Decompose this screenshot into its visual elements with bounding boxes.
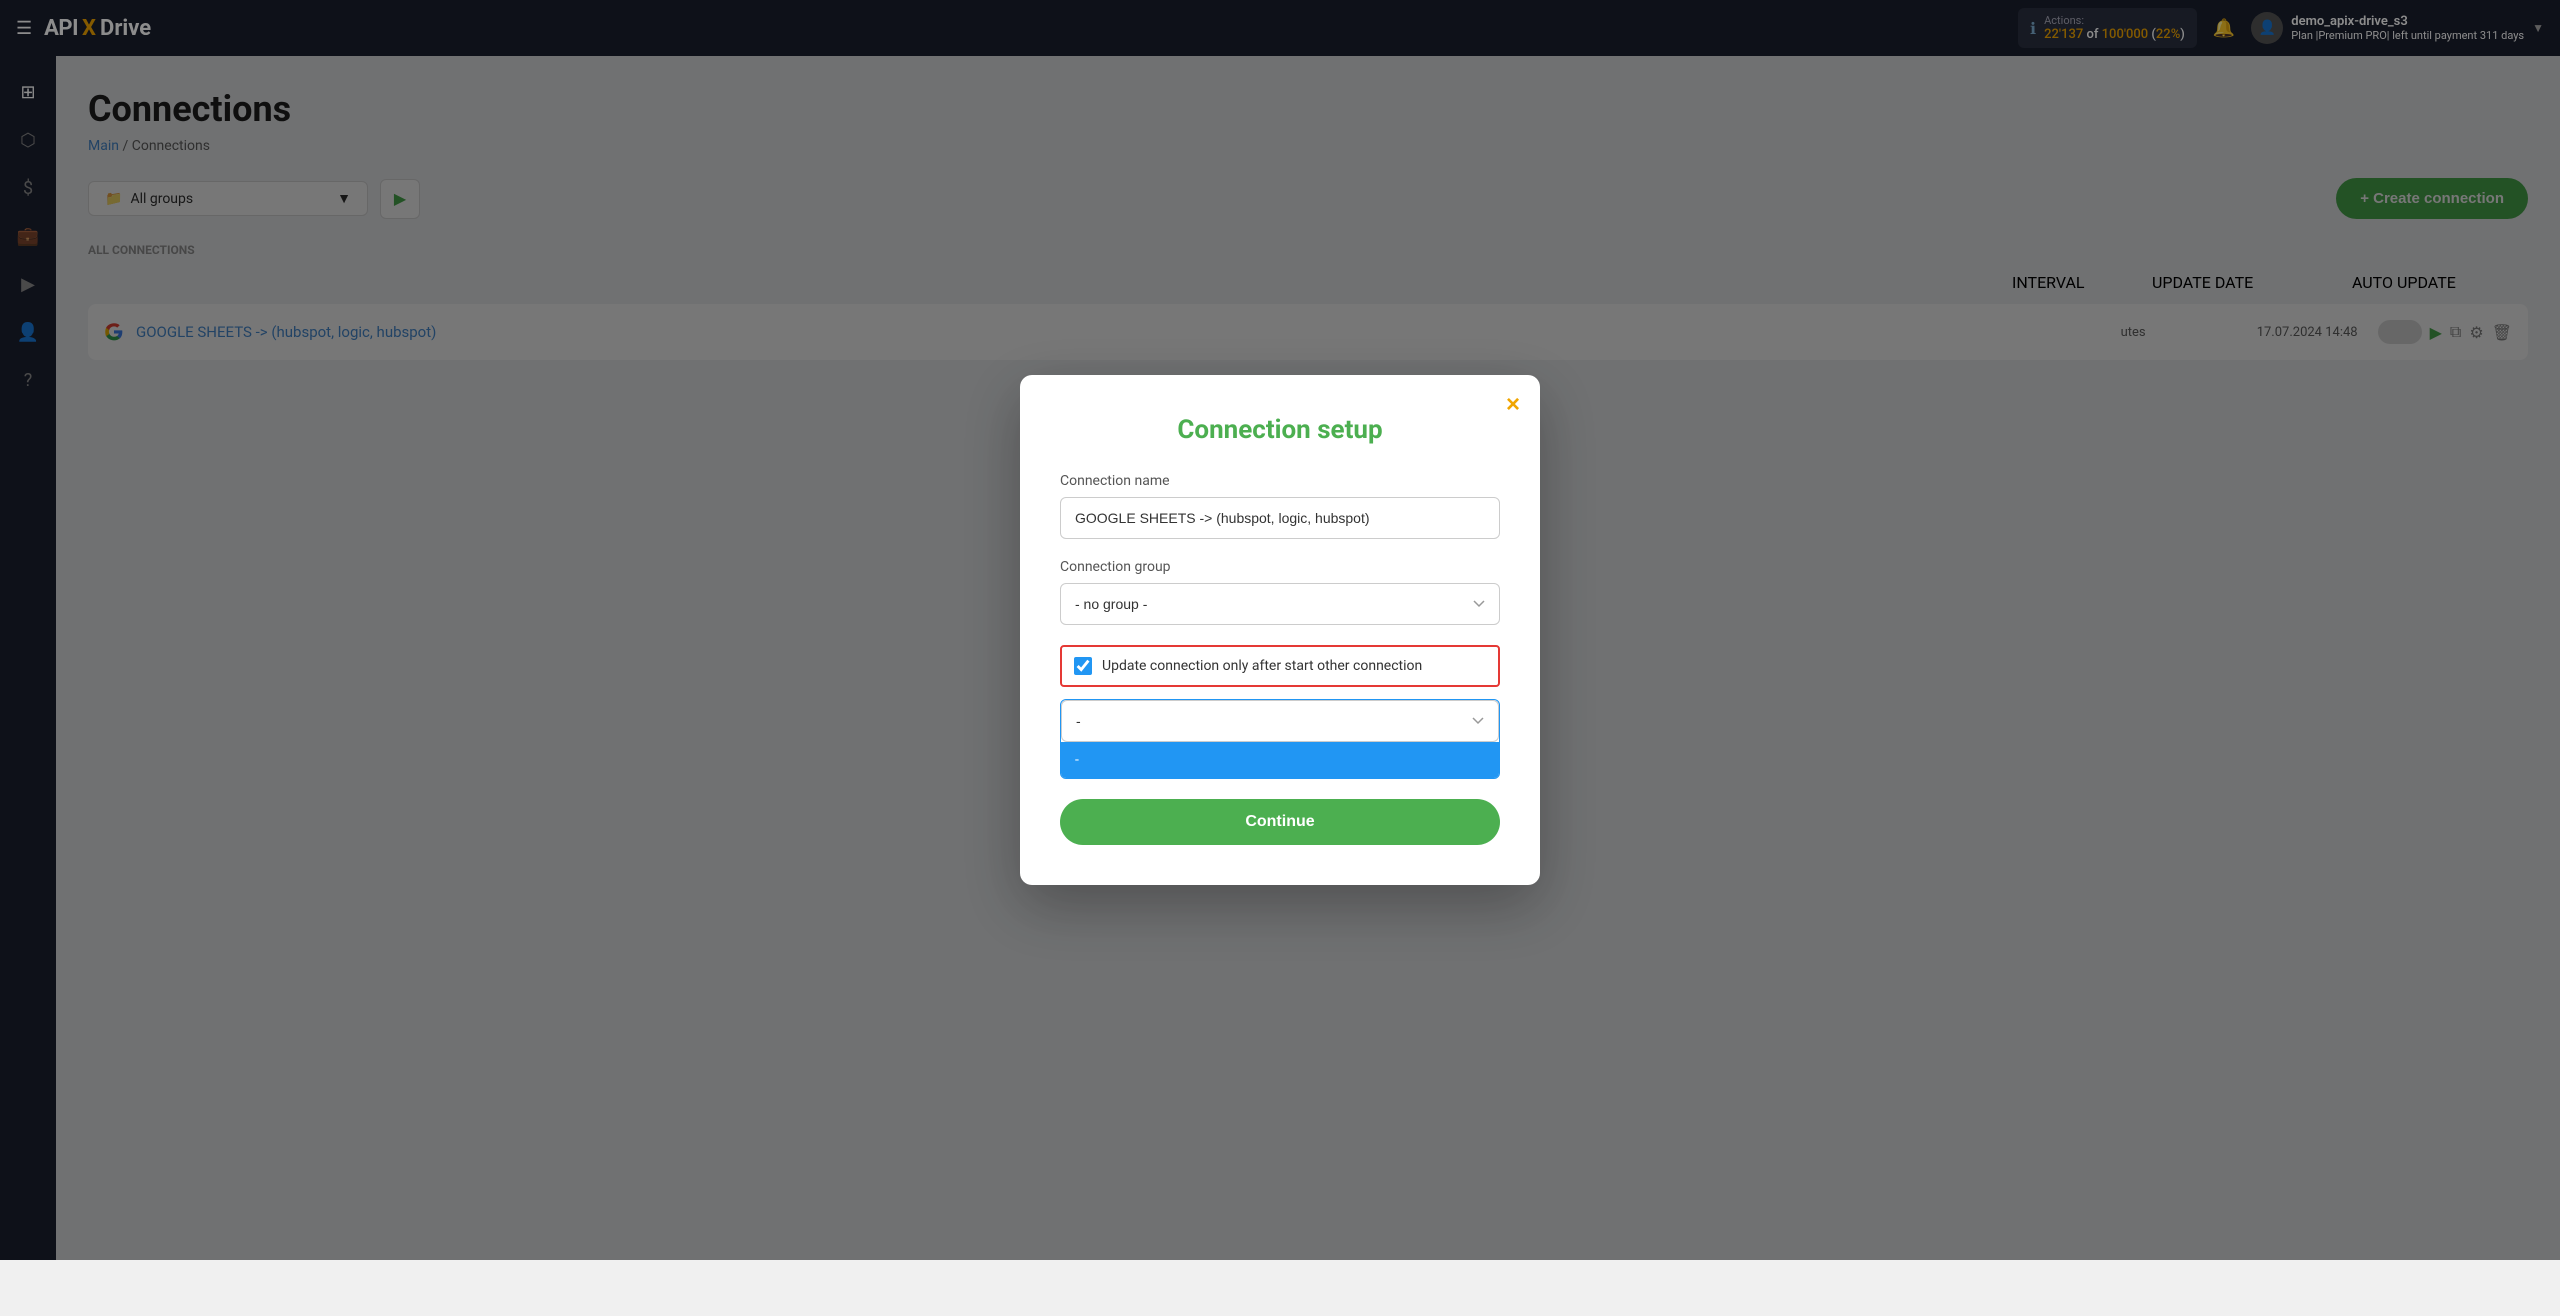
- dropdown-selected-option[interactable]: -: [1061, 742, 1499, 778]
- update-after-checkbox-group: Update connection only after start other…: [1060, 645, 1500, 687]
- connection-group-select[interactable]: - no group -: [1060, 583, 1500, 625]
- modal-title: Connection setup: [1060, 415, 1500, 445]
- connection-group-group: Connection group - no group -: [1060, 559, 1500, 625]
- modal-close-button[interactable]: ×: [1506, 391, 1520, 419]
- modal-dialog: × Connection setup Connection name Conne…: [1020, 375, 1540, 885]
- update-after-checkbox[interactable]: [1074, 657, 1092, 675]
- connection-trigger-select[interactable]: -: [1061, 700, 1499, 742]
- update-after-label: Update connection only after start other…: [1102, 658, 1422, 674]
- connection-name-input[interactable]: [1060, 497, 1500, 539]
- connection-name-label: Connection name: [1060, 473, 1500, 489]
- connection-dropdown-wrapper: - -: [1060, 699, 1500, 779]
- modal-overlay: × Connection setup Connection name Conne…: [0, 0, 2560, 1260]
- connection-name-group: Connection name: [1060, 473, 1500, 539]
- connection-group-label: Connection group: [1060, 559, 1500, 575]
- continue-button[interactable]: Continue: [1060, 799, 1500, 845]
